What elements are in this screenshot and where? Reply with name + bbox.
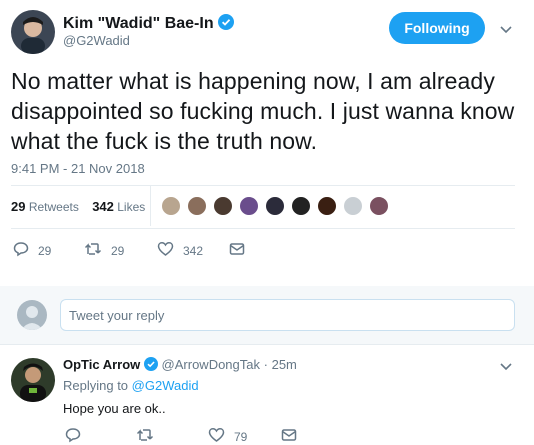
user-avatar [17, 300, 47, 330]
reply-action[interactable] [65, 427, 90, 445]
liker-avatar[interactable] [213, 196, 233, 216]
like-action[interactable]: 342 [157, 241, 203, 260]
liker-avatar[interactable] [317, 196, 337, 216]
like-icon [208, 427, 234, 445]
tweet-timestamp[interactable]: 9:41 PM - 21 Nov 2018 [11, 161, 145, 176]
liker-avatar[interactable] [291, 196, 311, 216]
retweet-action[interactable]: 29 [84, 241, 124, 260]
reply-author-avatar[interactable] [11, 358, 55, 402]
stat-divider [150, 186, 151, 226]
dm-icon [281, 427, 306, 445]
dm-action[interactable] [281, 427, 306, 445]
reply-icon [13, 241, 38, 260]
following-button[interactable]: Following [389, 12, 485, 44]
author-avatar[interactable] [11, 10, 55, 54]
replying-to-handle[interactable]: @G2Wadid [132, 378, 199, 393]
like-action[interactable]: 79 [208, 427, 247, 445]
author-handle[interactable]: @G2Wadid [63, 33, 130, 48]
reply-author-handle[interactable]: @ArrowDongTak [162, 357, 260, 372]
retweet-icon [84, 241, 111, 260]
reply-header: OpTic Arrow @ArrowDongTak · 25m [63, 357, 297, 374]
author-name-row: Kim "Wadid" Bae-In [63, 14, 235, 35]
tweet-reply-input[interactable]: Tweet your reply [60, 299, 515, 331]
dm-action[interactable] [229, 241, 254, 260]
liker-avatar[interactable] [239, 196, 259, 216]
liker-avatar[interactable] [187, 196, 207, 216]
separator: · [263, 357, 268, 372]
reply-action[interactable]: 29 [13, 241, 51, 260]
divider [11, 228, 515, 229]
tweet-stats: 29 Retweets 342 Likes [11, 199, 145, 214]
divider [0, 344, 534, 345]
likes-stat[interactable]: 342 Likes [92, 199, 145, 214]
replying-to: Replying to @G2Wadid [63, 378, 199, 393]
liker-avatar[interactable] [369, 196, 389, 216]
liker-avatar[interactable] [161, 196, 181, 216]
tweet-text: No matter what is happening now, I am al… [11, 68, 515, 154]
liker-avatar[interactable] [265, 196, 285, 216]
author-name[interactable]: Kim "Wadid" Bae-In [63, 15, 214, 32]
liker-avatar[interactable] [343, 196, 363, 216]
chevron-down-icon[interactable] [499, 359, 513, 378]
reply-icon [65, 427, 90, 445]
verified-icon [143, 357, 158, 374]
like-icon [157, 241, 183, 260]
reply-author-name[interactable]: OpTic Arrow [63, 357, 140, 372]
retweet-action[interactable] [136, 427, 163, 445]
retweet-icon [136, 427, 163, 445]
divider [11, 185, 515, 186]
reply-age[interactable]: 25m [272, 357, 297, 372]
chevron-down-icon[interactable] [499, 22, 513, 41]
verified-icon [218, 14, 235, 35]
retweets-stat[interactable]: 29 Retweets [11, 199, 79, 214]
dm-icon [229, 241, 254, 260]
reply-text: Hope you are ok.. [63, 401, 166, 416]
